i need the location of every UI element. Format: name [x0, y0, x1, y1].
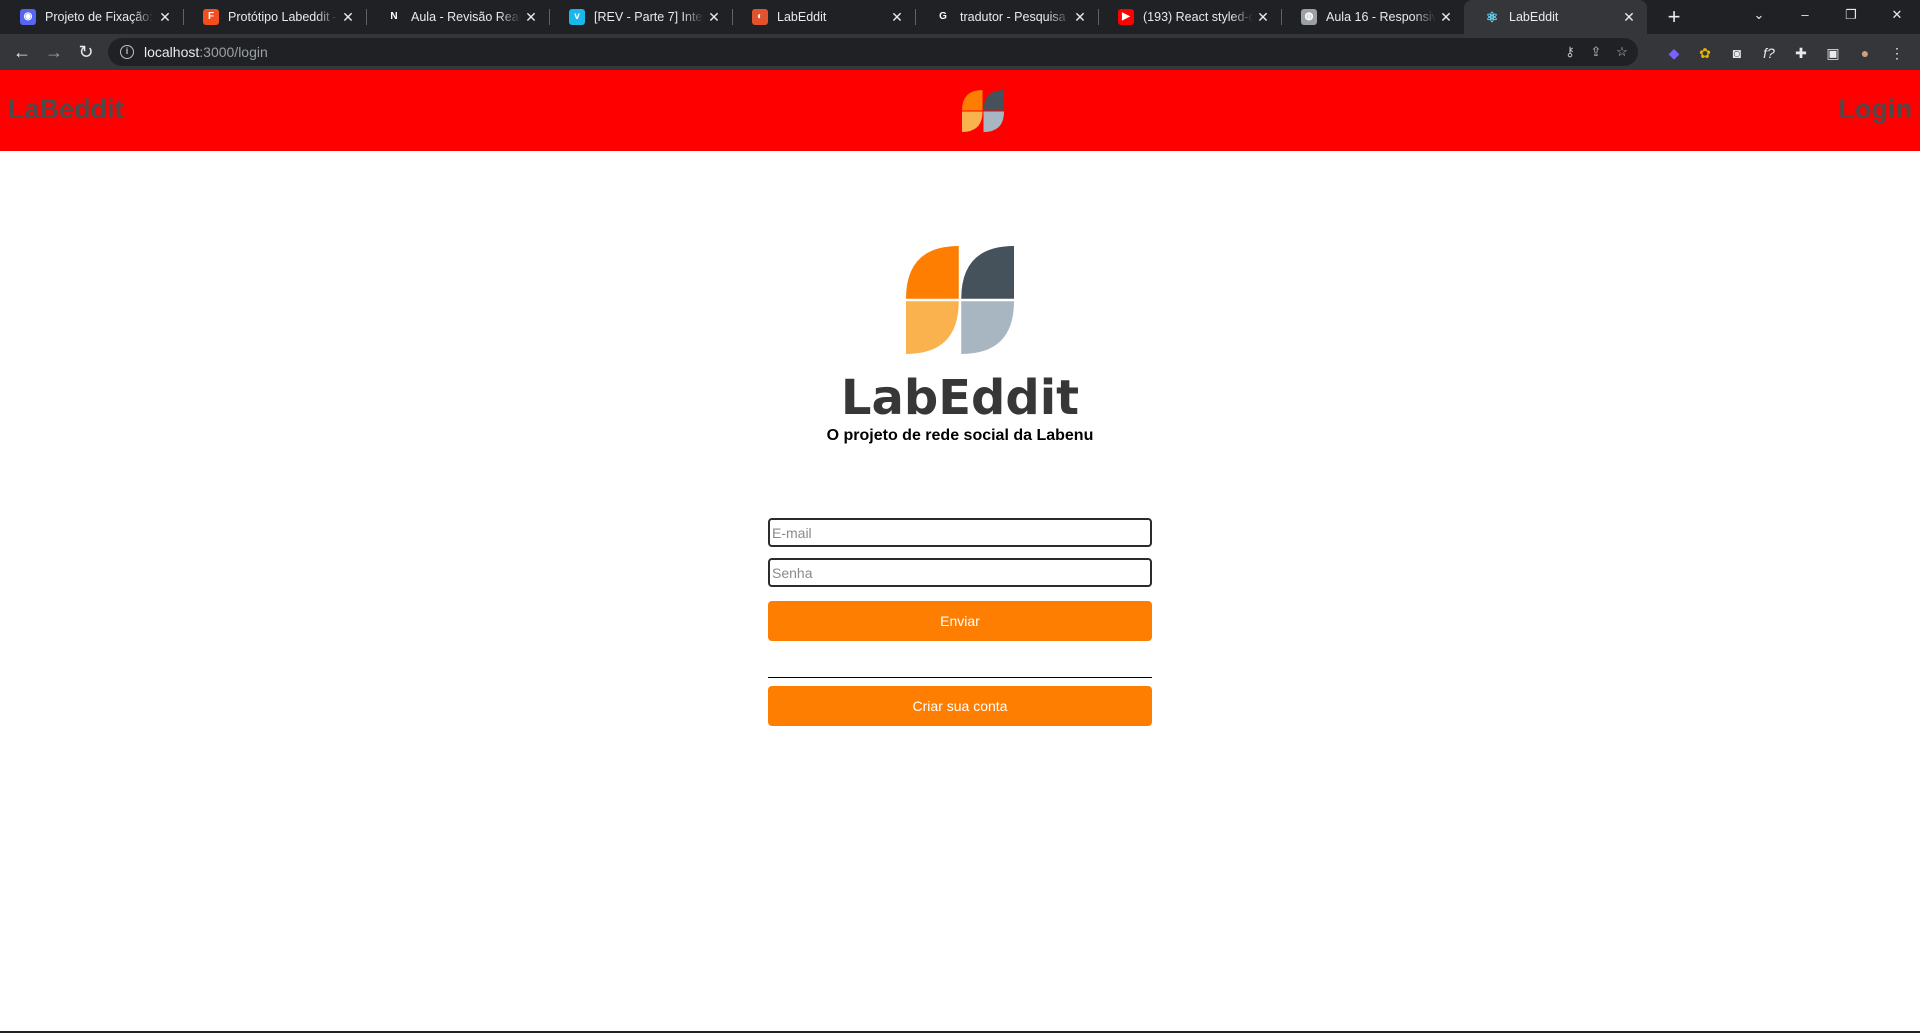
profile-avatar[interactable]: ● [1856, 44, 1874, 62]
page-title: LabEddit [840, 370, 1080, 426]
color-wheel-extension-icon[interactable]: ✿ [1696, 44, 1714, 62]
notion-icon: N [386, 9, 402, 25]
browser-tabstrip: ◉Projeto de Fixação: LabEddit✕FProtótipo… [0, 0, 1920, 34]
page-subtitle: O projeto de rede social da Labenu [826, 427, 1094, 444]
tab-separator [549, 9, 550, 25]
tab-close-icon[interactable]: ✕ [1070, 9, 1090, 26]
browser-tab[interactable]: Gtradutor - Pesquisa Google✕ [915, 0, 1098, 34]
browser-tab[interactable]: v [REV - Parte 7] Integração✕ [549, 0, 732, 34]
browser-tab-title: Protótipo Labeddit – Figma [228, 10, 338, 24]
site-info-icon[interactable]: i [120, 45, 134, 59]
browser-tab-title: (193) React styled-components [1143, 10, 1253, 24]
browser-tab[interactable]: ⚛ LabEddit ✕ [1464, 0, 1647, 34]
extension-puzzle-badge-icon[interactable]: ◆ [1665, 44, 1683, 62]
submit-button[interactable]: Enviar [768, 601, 1152, 641]
back-icon[interactable]: ← [8, 38, 36, 66]
tab-close-icon[interactable]: ✕ [338, 9, 358, 26]
header-brand[interactable]: LaBeddit [8, 94, 124, 125]
tab-separator [915, 9, 916, 25]
tab-separator [732, 9, 733, 25]
browser-tab-title: Projeto de Fixação: LabEddit [45, 10, 155, 24]
bookmark-star-icon[interactable]: ☆ [1614, 44, 1630, 60]
figma-icon: F [203, 9, 219, 25]
password-input[interactable] [768, 558, 1152, 587]
browser-tab-title: Aula 16 - Responsividade [1326, 10, 1436, 24]
browser-tab[interactable]: F Protótipo Labeddit – Figma✕ [183, 0, 366, 34]
tab-separator [1098, 9, 1099, 25]
browser-tab[interactable]: ◉ Projeto de Fixação: LabEddit✕ [0, 0, 183, 34]
camera-icon[interactable]: ◙ [1728, 44, 1746, 62]
key-icon[interactable]: ⚷ [1562, 44, 1578, 60]
header-login-link[interactable]: Login [1839, 94, 1912, 125]
google-icon: G [935, 9, 951, 25]
vimeo-icon: v [569, 9, 585, 25]
tab-separator [366, 9, 367, 25]
browser-tab[interactable]: ◐ LabEddit ✕ [732, 0, 915, 34]
youtube-icon: ▶ [1118, 9, 1134, 25]
react-icon: ⚛ [1485, 9, 1499, 25]
url-host: localhost [144, 44, 200, 60]
reload-icon[interactable]: ↻ [72, 38, 100, 66]
browser-tab-title: LabEddit [777, 10, 827, 24]
font-finder-icon[interactable]: f? [1760, 44, 1778, 62]
tab-separator [183, 9, 184, 25]
form-divider [768, 677, 1152, 678]
browser-tab[interactable]: N Aula - Revisão React II✕ [366, 0, 549, 34]
tab-close-icon[interactable]: ✕ [1436, 9, 1456, 26]
browser-tab-title: Aula - Revisão React II [411, 10, 521, 24]
menu-kebab-icon[interactable]: ⋮ [1888, 44, 1906, 62]
browser-tab[interactable]: ◍ Aula 16 - Responsividade✕ [1281, 0, 1464, 34]
tab-close-icon[interactable]: ✕ [704, 9, 724, 26]
browser-toolbar: ← → ↻ i localhost:3000/login ⚷ ⇪ ☆ ◆ ✿ ◙… [0, 34, 1920, 70]
url-path: :3000/login [199, 44, 268, 60]
labeddit-logo-small-icon [962, 90, 1004, 132]
browser-tab-title: [REV - Parte 7] Integração [594, 10, 704, 24]
tab-close-icon[interactable]: ✕ [1253, 9, 1273, 26]
tab-close-icon[interactable]: ✕ [521, 9, 541, 26]
tab-separator [1281, 9, 1282, 25]
labeddit-logo-icon [906, 246, 1014, 354]
tab-search-icon[interactable]: ⌄ [1736, 0, 1782, 34]
forward-icon[interactable]: → [40, 38, 68, 66]
side-panel-icon[interactable]: ▣ [1824, 44, 1842, 62]
extensions-icon[interactable]: ✚ [1792, 44, 1810, 62]
discord-like-icon: ◉ [20, 9, 36, 25]
tab-close-icon[interactable]: ✕ [155, 9, 175, 26]
app-header: LaBeddit Login [0, 70, 1920, 151]
window-close-icon[interactable]: ✕ [1874, 0, 1920, 34]
tab-close-icon[interactable]: ✕ [1619, 9, 1639, 26]
email-input[interactable] [768, 518, 1152, 547]
labeddit-icon: ◐ [752, 9, 768, 25]
share-icon[interactable]: ⇪ [1588, 44, 1604, 60]
browser-tab-title: LabEddit [1509, 10, 1559, 24]
create-account-button[interactable]: Criar sua conta [768, 686, 1152, 726]
tab-close-icon[interactable]: ✕ [887, 9, 907, 26]
new-tab-button[interactable]: + [1660, 3, 1688, 31]
address-bar[interactable]: i localhost:3000/login ⚷ ⇪ ☆ [108, 38, 1638, 66]
minimize-icon[interactable]: – [1782, 0, 1828, 34]
browser-tab[interactable]: ▶ (193) React styled-components✕ [1098, 0, 1281, 34]
globe-icon: ◍ [1301, 9, 1317, 25]
restore-icon[interactable]: ❐ [1828, 0, 1874, 34]
browser-tab-title: tradutor - Pesquisa Google [960, 10, 1070, 24]
